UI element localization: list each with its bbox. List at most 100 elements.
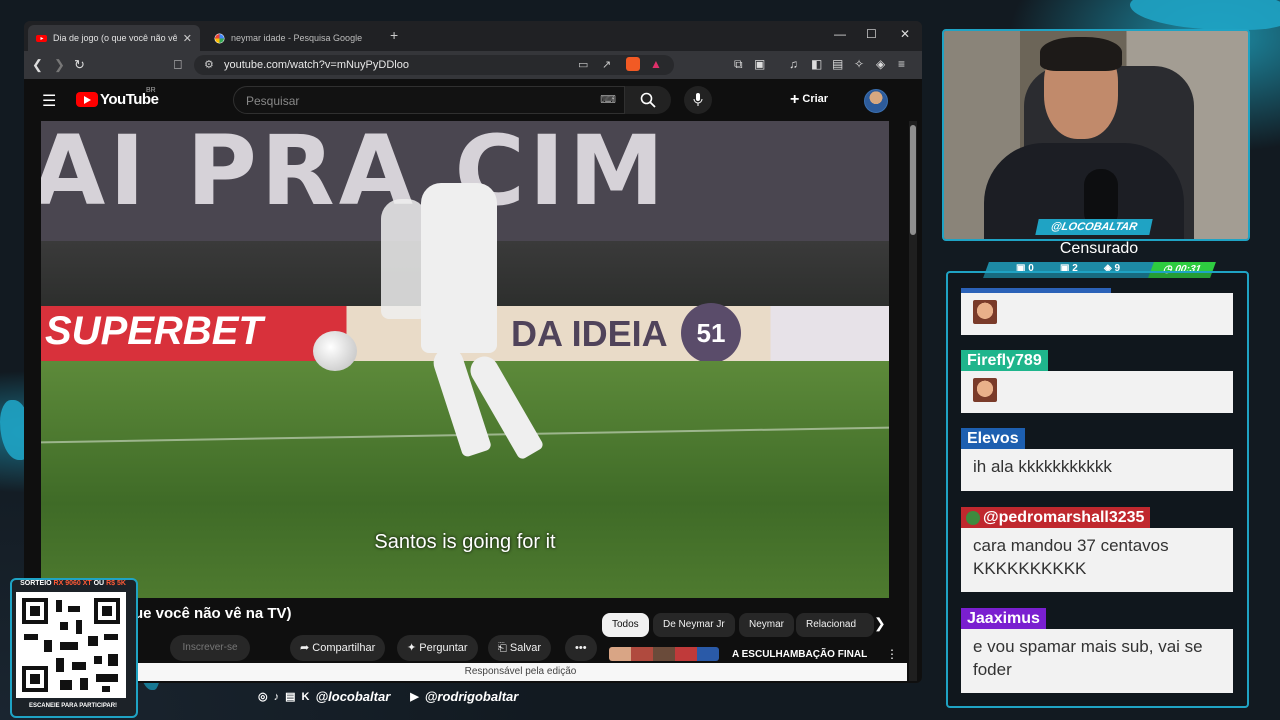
qr-module (76, 620, 82, 634)
url-field[interactable]: ⚙ youtube.com/watch?v=mNuyPyDDloo ▭ ↗ ▲ (194, 55, 674, 75)
account-avatar[interactable] (864, 89, 888, 113)
video-player[interactable]: AI PRA CIM SUPERBET DA IDEIA 51 Santos i… (41, 121, 889, 598)
qr-module (60, 622, 68, 630)
chat-message: cara mandou 37 centavos KKKKKKKKKK (961, 528, 1233, 592)
subscribe-button[interactable]: Inscrever-se (170, 635, 250, 661)
reload-icon[interactable]: ↻ (74, 57, 85, 73)
qr-code[interactable] (16, 592, 126, 698)
more-vertical-icon[interactable]: ⋮ (886, 647, 898, 661)
share-page-icon[interactable]: ↗ (602, 58, 611, 71)
google-favicon-icon (214, 33, 225, 43)
share-icon: ➦ (300, 642, 310, 654)
vpn-icon[interactable]: ◈ (876, 57, 885, 71)
tab-google[interactable]: neymar idade - Pesquisa Google (206, 25, 378, 51)
chat-badge-icon (966, 511, 980, 525)
tab-youtube[interactable]: Dia de jogo (o que você não vê na TV) ✕ (28, 25, 200, 51)
related-thumbnail[interactable] (609, 647, 719, 661)
qr-module (56, 658, 64, 672)
streamer-handle: @LOCOBALTAR (1035, 219, 1153, 235)
qr-module (88, 636, 98, 646)
wallet-icon[interactable]: ▤ (832, 57, 843, 71)
cast-icon[interactable]: ▭ (578, 58, 588, 71)
qr-module (104, 634, 118, 640)
chevron-right-icon[interactable]: ❯ (874, 615, 886, 632)
sparkle-icon: ✦ (407, 642, 417, 654)
banner-text: AI PRA CIM (41, 121, 669, 227)
screenshot-icon[interactable]: ▣ (754, 57, 765, 71)
maximize-button[interactable]: ☐ (866, 27, 877, 41)
media-icon[interactable]: ♫ (789, 57, 798, 71)
chat-message: e vou spamar mais sub, vai se foder (961, 629, 1233, 693)
youtube-page: ☰ YouTube BR Pesquisar ⌨ + Criar AI PRA … (24, 79, 922, 683)
save-label: Salvar (509, 642, 542, 654)
close-window-button[interactable]: ✕ (900, 27, 910, 41)
tiktok-icon: ♪ (273, 690, 280, 703)
ad-text-mid: DA IDEIA (511, 313, 668, 354)
qr-module (94, 656, 102, 664)
video-ball (313, 331, 357, 371)
keyboard-icon[interactable]: ⌨ (600, 93, 616, 106)
webcam-frame (942, 29, 1250, 241)
bookmark-icon[interactable]: ⎕ (174, 57, 182, 73)
more-actions-button[interactable]: ••• (565, 635, 597, 661)
share-label: Compartilhar (312, 642, 376, 654)
forward-icon[interactable]: ❯ (54, 57, 65, 73)
leo-ai-icon[interactable]: ✧ (854, 57, 864, 71)
chip-neymar[interactable]: Neymar (739, 613, 795, 637)
chip-de-neymar-jr[interactable]: De Neymar Jr (653, 613, 735, 637)
instagram-icon: ◎ (258, 691, 268, 703)
extensions-icon[interactable]: ⧉ (734, 57, 743, 72)
giveaway-text-c: OU (91, 580, 107, 587)
search-placeholder: Pesquisar (246, 94, 300, 108)
menu-icon[interactable]: ≡ (898, 57, 905, 71)
create-button[interactable]: + Criar (790, 91, 828, 109)
chat-message (961, 293, 1233, 335)
chip-relacionados[interactable]: Relacionad (796, 613, 874, 637)
ask-label: Perguntar (419, 642, 468, 654)
chat-name-tag: Elevos (961, 428, 1025, 450)
sidebar-icon[interactable]: ◧ (811, 57, 822, 71)
hamburger-menu-icon[interactable]: ☰ (42, 91, 56, 111)
twitch-icon: ▤ (285, 691, 296, 703)
stream-status: Censurado (1059, 240, 1139, 257)
editor-credit-bar: Responsável pela edição (134, 663, 907, 681)
search-input[interactable]: Pesquisar ⌨ (233, 86, 625, 114)
qr-finder-core (30, 674, 40, 684)
country-code: BR (146, 87, 156, 94)
tab-title: Dia de jogo (o que você não vê na TV) (53, 33, 177, 43)
address-toolbar: ❮ ❯ ↻ ⎕ ⚙ youtube.com/watch?v=mNuyPyDDlo… (24, 51, 922, 79)
site-info-icon[interactable]: ⚙ (204, 58, 214, 71)
social-handle-1: @locobaltar (315, 689, 391, 704)
ask-button[interactable]: ✦ Perguntar (397, 635, 478, 661)
voice-search-button[interactable] (684, 86, 712, 114)
qr-module (24, 634, 38, 640)
search-button[interactable] (625, 86, 671, 114)
scrollbar-thumb[interactable] (910, 125, 916, 235)
share-button[interactable]: ➦ Compartilhar (290, 635, 386, 661)
qr-module (60, 642, 78, 650)
emote-icon (973, 299, 997, 324)
brave-shield-icon[interactable] (626, 57, 640, 71)
brave-rewards-icon[interactable]: ▲ (650, 57, 662, 71)
chip-todos[interactable]: Todos (602, 613, 649, 637)
qr-module (60, 680, 72, 690)
youtube-header: ☰ YouTube BR Pesquisar ⌨ + Criar (24, 79, 922, 121)
tab-title: neymar idade - Pesquisa Google (231, 33, 363, 43)
youtube-favicon-icon (36, 34, 47, 42)
ad-text-red: SUPERBET (45, 309, 263, 353)
microphone-icon (693, 93, 703, 106)
related-video-title[interactable]: A ESCULHAMBAÇÃO FINAL (732, 649, 867, 660)
youtube-icon: ▶ (410, 691, 419, 703)
qr-module (56, 600, 62, 612)
video-title: ue você não vê na TV) (134, 605, 292, 622)
save-button[interactable]: ⎗ Salvar (488, 635, 552, 661)
social-handle-2: @rodrigobaltar (424, 689, 519, 704)
tab-close-icon[interactable]: ✕ (183, 32, 192, 45)
create-label: Criar (802, 93, 829, 105)
plus-icon: + (790, 91, 800, 108)
new-tab-button[interactable]: + (390, 27, 398, 43)
back-icon[interactable]: ❮ (32, 57, 43, 73)
qr-module (80, 678, 88, 690)
minimize-button[interactable]: — (834, 27, 846, 41)
chat-message (961, 371, 1233, 413)
